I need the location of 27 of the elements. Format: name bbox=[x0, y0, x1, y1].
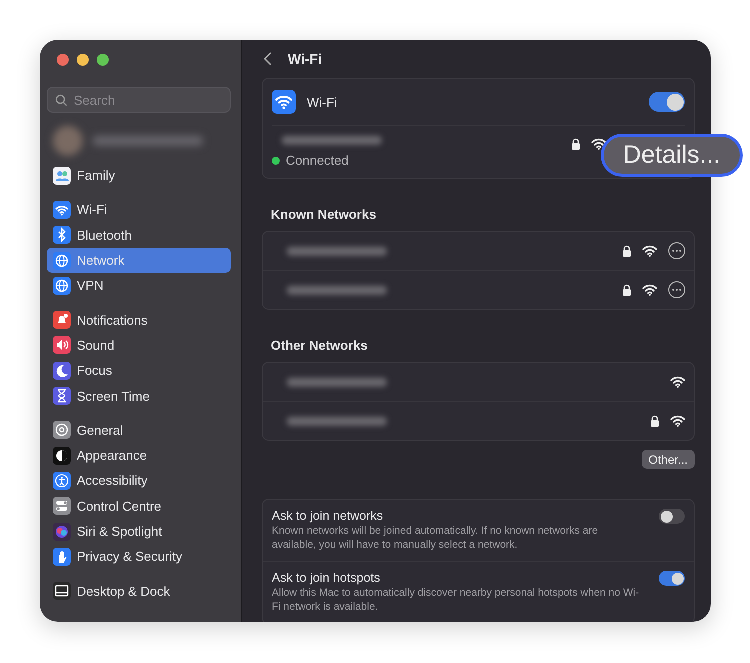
sidebar-item[interactable]: Privacy & Security bbox=[47, 544, 231, 570]
sidebar-item[interactable]: Siri & Spotlight bbox=[47, 518, 231, 544]
sidebar-item[interactable]: Sound bbox=[47, 332, 231, 358]
section-heading: Known Networks bbox=[271, 207, 378, 222]
section-heading: Other Networks bbox=[271, 338, 369, 353]
sidebar-item[interactable]: Accessibility bbox=[47, 468, 231, 494]
sidebar-item[interactable]: Notifications bbox=[47, 307, 231, 333]
sidebar-item[interactable]: VPN bbox=[47, 273, 231, 298]
page-title: Wi-Fi bbox=[288, 51, 322, 67]
sidebar-item[interactable]: Desktop & Dock bbox=[47, 578, 231, 604]
sidebar-item[interactable]: Control Centre bbox=[47, 494, 231, 519]
other-button[interactable]: Other... bbox=[642, 450, 695, 469]
sidebar-item[interactable]: Family bbox=[47, 163, 231, 188]
sidebar-item[interactable]: Appearance bbox=[47, 442, 231, 468]
search-field[interactable]: Search bbox=[47, 87, 231, 113]
details-button[interactable]: Details... bbox=[601, 134, 743, 177]
setting-description: Known networks will be joined automatically. If no known networks are available, you will have to manually select a network. bbox=[272, 525, 600, 552]
sidebar-item[interactable]: Screen Time bbox=[47, 383, 231, 409]
sidebar-item[interactable]: Bluetooth bbox=[47, 222, 231, 248]
sidebar-item[interactable]: Wi-Fi bbox=[47, 197, 231, 223]
sidebar-item[interactable]: General bbox=[47, 418, 231, 443]
sidebar-item[interactable]: Focus bbox=[47, 358, 231, 384]
status-text: Connected bbox=[286, 153, 349, 168]
setting-title: Ask to join networks bbox=[272, 509, 384, 523]
setting-description: Allow this Mac to automatically discover nearby personal hotspots when no Wi-Fi network is available. bbox=[272, 587, 640, 615]
setting-title: Ask to join hotspots bbox=[272, 571, 382, 586]
wifi-label: Wi-Fi bbox=[307, 94, 338, 110]
